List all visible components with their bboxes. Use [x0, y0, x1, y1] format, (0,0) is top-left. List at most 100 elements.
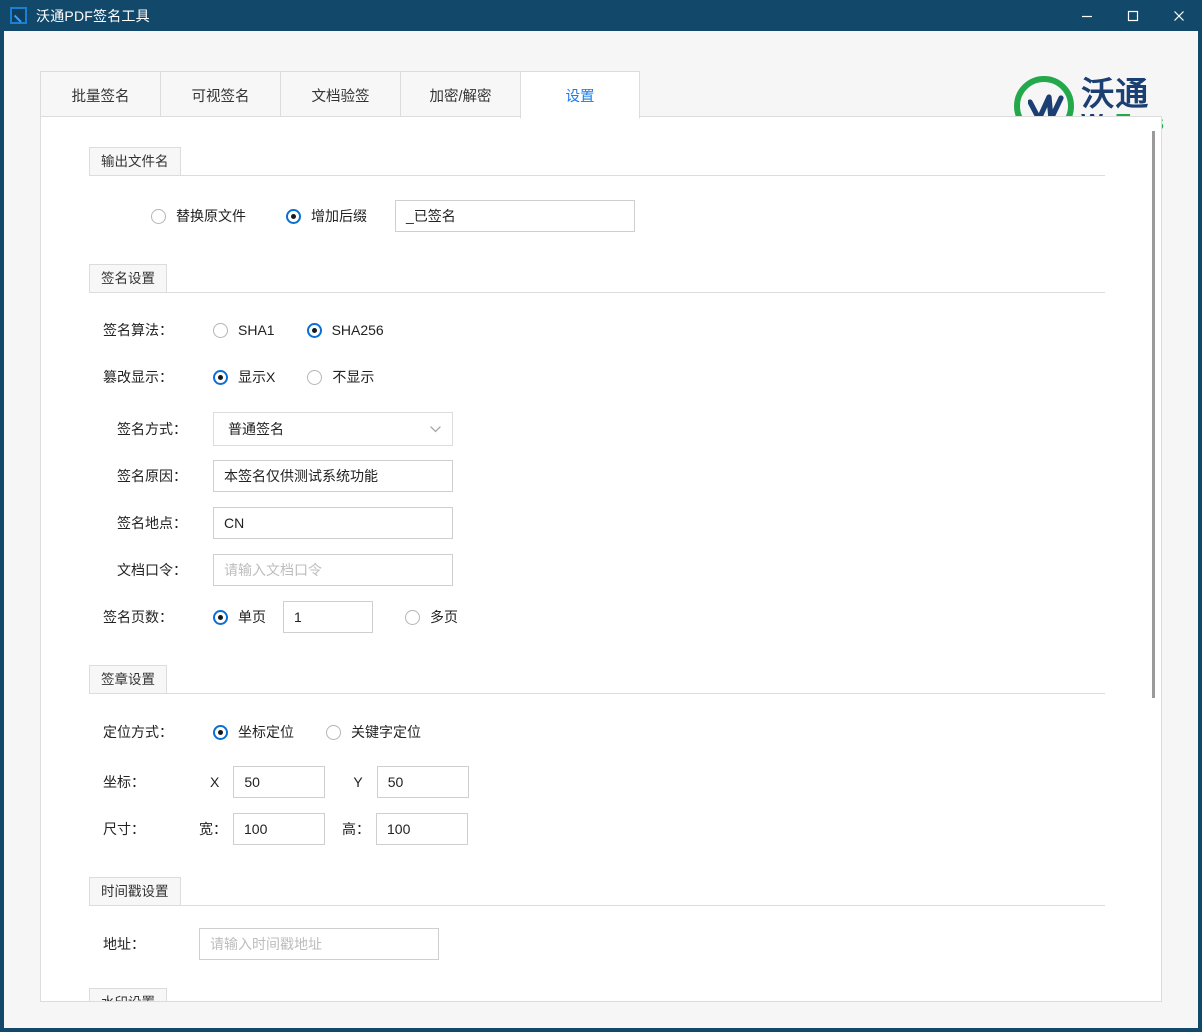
sign-reason-input[interactable]: 本签名仅供测试系统功能: [213, 460, 453, 492]
section-header: 签名设置: [89, 264, 1105, 293]
single-page-value: 1: [294, 609, 302, 625]
sign-location-value: CN: [224, 515, 245, 531]
timestamp-address-input[interactable]: 请输入时间戳地址: [199, 928, 439, 960]
row-tamper-display: 篡改显示： 显示X 不显示: [103, 363, 1161, 391]
row-algorithm: 签名算法： SHA1 SHA256: [103, 316, 1161, 344]
close-icon[interactable]: [1156, 0, 1202, 31]
vertical-scrollbar[interactable]: [1149, 117, 1158, 1001]
pen-square-icon: [10, 7, 27, 24]
label-sign-location: 签名地点：: [117, 515, 187, 531]
radio-tamper-show[interactable]: 显示X: [213, 367, 275, 387]
radio-tamper-hide[interactable]: 不显示: [307, 367, 374, 387]
radio-indicator: [151, 208, 166, 224]
radio-indicator: [326, 724, 341, 740]
radio-sha256[interactable]: SHA256: [306, 322, 384, 338]
section-stamp-settings: 签章设置 定位方式： 坐标定位 关键字定位 坐标： X 50 Y 50 尺寸： …: [41, 665, 1161, 845]
radio-label: 增加后缀: [311, 208, 367, 224]
row-doc-password: 文档口令： 请输入文档口令: [117, 554, 1161, 586]
section-title-output-filename: 输出文件名: [89, 147, 181, 176]
label-sign-method: 签名方式：: [117, 421, 187, 437]
tab-label: 加密/解密: [429, 88, 492, 105]
main-tabstrip: 批量签名 可视签名 文档验签 加密/解密 设置: [40, 69, 640, 119]
sign-method-select[interactable]: 普通签名: [213, 412, 453, 446]
section-divider: [180, 905, 1105, 906]
sign-location-input[interactable]: CN: [213, 507, 453, 539]
minimize-icon[interactable]: [1064, 0, 1110, 31]
radio-label: 多页: [430, 609, 458, 625]
logo-text-cn: 沃通: [1081, 74, 1150, 112]
section-header: 签章设置: [89, 665, 1105, 694]
row-timestamp-address: 地址： 请输入时间戳地址: [103, 928, 1161, 960]
app-window: 沃通PDF签名工具 沃通 WoTrus: [0, 0, 1202, 1032]
window-controls: [1064, 0, 1202, 31]
label-timestamp-address: 地址：: [103, 936, 145, 952]
chevron-down-icon: [430, 426, 441, 433]
size-height-input[interactable]: 100: [376, 813, 468, 845]
tab-encrypt-decrypt[interactable]: 加密/解密: [400, 71, 520, 119]
section-header: 输出文件名: [89, 147, 1105, 176]
label-coord-x: X: [210, 774, 220, 790]
label-sign-pages: 签名页数：: [103, 609, 173, 625]
sign-reason-value: 本签名仅供测试系统功能: [224, 468, 378, 484]
suffix-input-value: _已签名: [406, 208, 456, 224]
label-sign-reason: 签名原因：: [117, 468, 187, 484]
coord-x-input[interactable]: 50: [233, 766, 326, 798]
radio-label: 替换原文件: [176, 208, 246, 224]
tab-visual-sign[interactable]: 可视签名: [160, 71, 280, 119]
size-width-input[interactable]: 100: [233, 813, 325, 845]
row-coordinates: 坐标： X 50 Y 50: [103, 766, 1161, 798]
tab-verify-doc[interactable]: 文档验签: [280, 71, 400, 119]
radio-label: 显示X: [238, 369, 276, 385]
radio-indicator: [213, 369, 228, 385]
radio-label: SHA256: [331, 322, 384, 338]
coord-x-value: 50: [244, 774, 260, 790]
suffix-input[interactable]: _已签名: [395, 200, 635, 232]
radio-coordinate-position[interactable]: 坐标定位: [213, 722, 294, 742]
section-divider: [180, 175, 1105, 176]
radio-replace-original[interactable]: 替换原文件: [151, 206, 246, 226]
label-coord-y: Y: [353, 774, 363, 790]
radio-keyword-position[interactable]: 关键字定位: [326, 722, 421, 742]
settings-panel: 输出文件名 替换原文件 增加后缀 _已签名 签名设置 签名算法： SHA1 SH…: [40, 116, 1162, 1002]
doc-password-placeholder: 请输入文档口令: [224, 562, 322, 578]
tab-batch-sign[interactable]: 批量签名: [40, 71, 160, 119]
row-sign-reason: 签名原因： 本签名仅供测试系统功能: [117, 460, 1161, 492]
single-page-input[interactable]: 1: [283, 601, 373, 633]
radio-sha1[interactable]: SHA1: [213, 322, 275, 338]
section-title-timestamp-settings: 时间戳设置: [89, 877, 181, 906]
label-doc-password: 文档口令：: [117, 562, 187, 578]
radio-label: SHA1: [238, 322, 275, 338]
section-output-filename: 输出文件名 替换原文件 增加后缀 _已签名: [41, 147, 1161, 232]
radio-indicator: [213, 724, 228, 740]
radio-indicator: [213, 609, 228, 625]
radio-label: 坐标定位: [238, 724, 294, 740]
radio-label: 单页: [238, 609, 266, 625]
size-width-value: 100: [244, 821, 268, 837]
coord-y-input[interactable]: 50: [376, 766, 469, 798]
section-title-watermark-settings: 水印设置: [89, 988, 167, 1001]
radio-indicator: [307, 369, 323, 385]
radio-multi-page[interactable]: 多页: [405, 607, 458, 627]
radio-indicator: [405, 609, 420, 625]
tab-label: 批量签名: [71, 88, 130, 105]
tab-label: 可视签名: [191, 88, 250, 105]
radio-label: 关键字定位: [351, 724, 421, 740]
section-signature-settings: 签名设置 签名算法： SHA1 SHA256 篡改显示： 显示X 不显示 签名方…: [41, 264, 1161, 633]
client-area: 沃通 WoTrus 批量签名 可视签名 文档验签 加密/解密 设置 输出文件名: [4, 31, 1198, 1028]
title-bar: 沃通PDF签名工具: [0, 0, 1202, 31]
radio-add-suffix[interactable]: 增加后缀: [286, 206, 367, 226]
label-algorithm: 签名算法：: [103, 322, 173, 338]
sign-method-value: 普通签名: [228, 421, 284, 437]
tab-settings[interactable]: 设置: [520, 71, 640, 119]
radio-indicator: [306, 322, 322, 338]
scrollbar-thumb[interactable]: [1152, 131, 1155, 698]
tab-label: 文档验签: [311, 88, 370, 105]
maximize-icon[interactable]: [1110, 0, 1156, 31]
radio-single-page[interactable]: 单页: [213, 607, 266, 627]
label-size-width: 宽：: [199, 821, 227, 837]
doc-password-input[interactable]: 请输入文档口令: [213, 554, 453, 586]
row-position-method: 定位方式： 坐标定位 关键字定位: [103, 718, 1161, 746]
label-size: 尺寸：: [103, 821, 145, 837]
section-header: 水印设置: [89, 988, 1105, 1001]
section-watermark-settings: 水印设置: [41, 988, 1161, 1001]
